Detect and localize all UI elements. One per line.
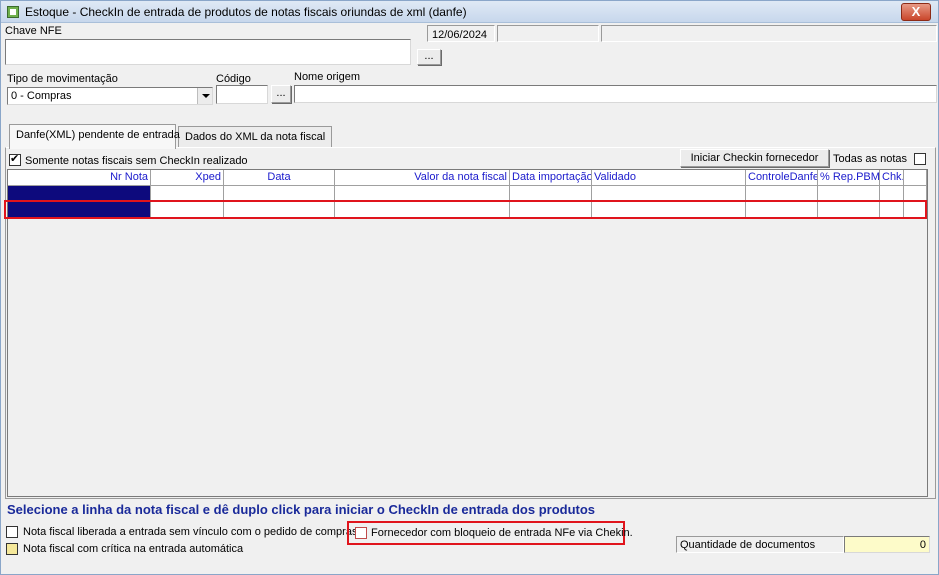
chave-nfe-label: Chave NFE xyxy=(5,25,62,37)
somente-notas-checkbox[interactable] xyxy=(9,152,21,166)
legend-label-liberada: Nota fiscal liberada a entrada sem víncu… xyxy=(23,526,358,538)
nome-origem-input[interactable] xyxy=(294,85,937,103)
checkin-window: Estoque - CheckIn de entrada de produtos… xyxy=(0,0,939,575)
column-header-validado[interactable]: Validado xyxy=(592,170,746,186)
legend-color-bloqueio xyxy=(355,527,367,539)
nome-origem-label: Nome origem xyxy=(294,71,361,83)
tipo-movimentacao-select[interactable]: 0 - Compras xyxy=(7,87,213,105)
legend-label-bloqueio: Fornecedor com bloqueio de entrada NFe v… xyxy=(371,527,633,539)
chave-nfe-input[interactable] xyxy=(5,39,411,65)
column-header-nr-nota[interactable]: Nr Nota xyxy=(8,170,151,186)
column-header-valor[interactable]: Valor da nota fiscal xyxy=(335,170,510,186)
tipo-movimentacao-label: Tipo de movimentação xyxy=(7,73,118,85)
iniciar-checkin-button[interactable]: Iniciar Checkin fornecedor xyxy=(680,149,829,167)
instruction-message: Selecione a linha da nota fiscal e dê du… xyxy=(7,502,596,517)
app-icon xyxy=(7,6,19,18)
column-header-rep-pbm[interactable]: % Rep.PBM xyxy=(818,170,880,186)
column-header-controle-danfe[interactable]: ControleDanfe xyxy=(746,170,818,186)
status-box-2 xyxy=(601,25,937,42)
todas-notas-checkbox[interactable] xyxy=(914,153,926,165)
chave-browse-button[interactable]: ... xyxy=(417,49,441,65)
codigo-browse-button[interactable]: ... xyxy=(271,85,291,103)
legend-color-critica xyxy=(6,543,18,555)
quantidade-label: Quantidade de documentos xyxy=(676,536,844,553)
date-display: 12/06/2024 xyxy=(427,25,495,42)
somente-notas-label: Somente notas fiscais sem CheckIn realiz… xyxy=(25,155,248,167)
codigo-input[interactable] xyxy=(216,85,268,104)
column-header-chk[interactable]: Chk. xyxy=(880,170,904,186)
column-header-data-importacao[interactable]: Data importação xyxy=(510,170,592,186)
column-header-xped[interactable]: Xped xyxy=(151,170,224,186)
tab-dados-xml[interactable]: Dados do XML da nota fiscal xyxy=(178,126,332,148)
tab-danfe-pendente[interactable]: Danfe(XML) pendente de entrada xyxy=(9,124,180,149)
column-header-extra[interactable] xyxy=(904,170,927,186)
legend-color-liberada xyxy=(6,526,18,538)
tipo-movimentacao-value: 0 - Compras xyxy=(11,90,72,102)
close-button[interactable]: X xyxy=(901,3,931,21)
status-box-1 xyxy=(497,25,599,42)
quantidade-value: 0 xyxy=(844,536,930,553)
title-bar[interactable]: Estoque - CheckIn de entrada de produtos… xyxy=(1,1,938,23)
chevron-down-icon[interactable] xyxy=(197,88,212,104)
todas-notas-label: Todas as notas xyxy=(833,153,907,165)
row-highlight-box xyxy=(4,200,927,219)
column-header-data[interactable]: Data xyxy=(224,170,335,186)
window-title: Estoque - CheckIn de entrada de produtos… xyxy=(25,5,467,19)
codigo-label: Código xyxy=(216,73,251,85)
legend-label-critica: Nota fiscal com crítica na entrada autom… xyxy=(23,543,244,555)
